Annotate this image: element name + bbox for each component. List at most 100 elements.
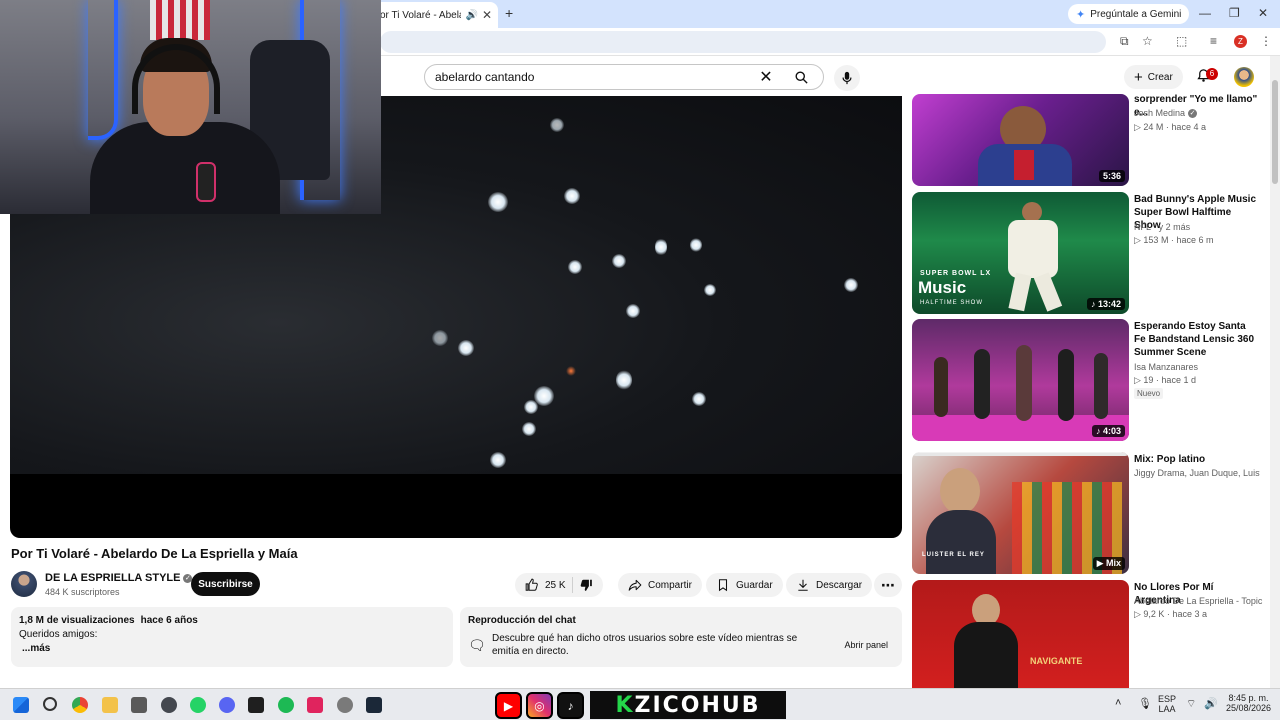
browser-profile-avatar[interactable]: Z (1234, 35, 1247, 48)
show-more-link[interactable]: ...más (22, 643, 445, 654)
kebab-menu-icon[interactable]: ⋮ (1260, 34, 1272, 48)
close-window-icon[interactable]: ✕ (1258, 6, 1268, 20)
recommendation-channel[interactable]: Isa Manzanares (1134, 362, 1198, 372)
webcam-overlay (0, 0, 381, 214)
video-duration: 5:36 (1098, 170, 1125, 182)
new-tab-button[interactable]: + (505, 5, 513, 21)
thumbnail-caption: NAVIGANTE (1030, 656, 1083, 666)
more-horizontal-icon: ⋯ (881, 576, 895, 593)
steam-like-icon[interactable] (161, 697, 177, 713)
share-button[interactable]: Compartir (618, 573, 702, 597)
recommendation-meta: ▷ 153 M · hace 6 m (1134, 235, 1214, 245)
app-icon[interactable] (248, 697, 264, 713)
recommendation-channel[interactable]: Josh Medina ✓ (1134, 108, 1198, 118)
channel-name[interactable]: DE LA ESPRIELLA STYLE ✓ (45, 572, 193, 584)
like-button[interactable]: 25 K (525, 578, 566, 592)
file-explorer-icon[interactable] (102, 697, 118, 713)
download-button[interactable]: Descargar (786, 573, 873, 597)
shorts-icon: ♪ (1090, 299, 1098, 309)
search-input[interactable] (425, 65, 753, 89)
microphone-icon (842, 71, 852, 85)
new-badge: Nuevo (1134, 388, 1164, 399)
chat-replay-box: Reproducción del chat 🗨 Descubre qué han… (460, 607, 902, 667)
recommendation-channel[interactable]: Jiggy Drama, Juan Duque, Luister... (1134, 468, 1260, 478)
video-thumbnail[interactable]: NAVIGANTE (912, 580, 1129, 688)
address-bar[interactable] (380, 31, 1106, 53)
gemini-button[interactable]: ✦ Pregúntale a Gemini (1068, 4, 1190, 24)
discord-icon[interactable] (219, 697, 235, 713)
video-duration: ♪ 13:42 (1086, 298, 1125, 310)
recommendation-item[interactable]: 5:36 sorprender "Yo me llamo" e... Josh … (912, 94, 1264, 188)
volume-icon[interactable]: 🔊 (1204, 697, 1218, 710)
voice-search-button[interactable] (834, 65, 860, 91)
chrome-icon[interactable] (72, 697, 88, 713)
thumbnail-caption: LUISTER EL REY (922, 552, 985, 558)
subscriber-count: 484 K suscriptores (45, 587, 120, 597)
save-button[interactable]: Guardar (706, 573, 783, 597)
video-title: Por Ti Volaré - Abelardo De La Espriella… (11, 546, 298, 561)
browser-tab[interactable]: or Ti Volaré - Abelardo 🔊 ✕ (372, 2, 498, 28)
microphone-icon[interactable]: 🎙 (1138, 697, 1152, 710)
chat-bubble-icon: 🗨 (468, 636, 486, 653)
steam-icon[interactable] (366, 697, 382, 713)
minimize-icon[interactable]: — (1199, 6, 1211, 20)
video-thumbnail[interactable]: LUISTER EL REY ▶ Mix (912, 452, 1129, 574)
tiktok-app-icon[interactable] (307, 697, 323, 713)
recommendation-item[interactable]: ♪ 4:03 Esperando Estoy Santa Fe Bandstan… (912, 319, 1264, 443)
video-thumbnail[interactable]: ♪ 4:03 (912, 319, 1129, 441)
save-label: Guardar (736, 579, 773, 591)
video-thumbnail[interactable]: SUPER BOWL LX Music HALFTIME SHOW ♪ 13:4… (912, 192, 1129, 314)
video-thumbnail[interactable]: 5:36 (912, 94, 1129, 186)
brand-logo-k-icon: K (615, 692, 635, 718)
tab-title: or Ti Volaré - Abelardo (380, 9, 461, 21)
bookmark-star-icon[interactable]: ☆ (1142, 34, 1153, 48)
wifi-icon[interactable]: ⌔ (1186, 697, 1196, 711)
channel-avatar[interactable] (11, 571, 37, 597)
cast-icon[interactable]: ⧉ (1120, 34, 1129, 49)
subscribe-button[interactable]: Suscribirse (191, 572, 260, 596)
store-icon[interactable] (131, 697, 147, 713)
extensions-icon[interactable]: ⬚ (1176, 34, 1187, 48)
chat-replay-description: Descubre qué han dicho otros usuarios so… (492, 633, 798, 657)
recommendation-meta: ▷ 9,2 K · hace 3 a (1134, 609, 1207, 619)
recommendation-channel[interactable]: Abelardo De La Espriella - Topic (1134, 596, 1262, 606)
spotify-icon[interactable] (278, 697, 294, 713)
search-button[interactable] (779, 65, 823, 89)
tiktok-icon: ♪ (557, 692, 584, 719)
chevron-up-icon[interactable]: ˄ (1115, 697, 1121, 709)
language-indicator[interactable]: ESP LAA (1158, 694, 1176, 714)
create-label: Crear (1147, 71, 1173, 83)
account-avatar[interactable] (1234, 67, 1254, 87)
scrollbar-thumb[interactable] (1272, 80, 1278, 184)
open-panel-button[interactable]: Abrir panel (838, 634, 894, 656)
recommendation-item[interactable]: SUPER BOWL LX Music HALFTIME SHOW ♪ 13:4… (912, 192, 1264, 316)
download-label: Descargar (816, 579, 863, 591)
recommendation-item[interactable]: NAVIGANTE No Llores Por Mí Argentina Abe… (912, 580, 1264, 688)
more-actions-button[interactable]: ⋯ (874, 573, 902, 597)
page-scrollbar[interactable] (1270, 56, 1280, 688)
whatsapp-icon[interactable] (190, 697, 206, 713)
like-count: 25 K (545, 579, 566, 591)
recommendation-channel[interactable]: NFL · y 2 más (1134, 222, 1190, 232)
close-icon[interactable]: ✕ (482, 8, 492, 22)
recommendation-item[interactable]: LUISTER EL REY ▶ Mix Mix: Pop latino Jig… (912, 452, 1264, 576)
chat-replay-title: Reproducción del chat (468, 615, 576, 626)
search-icon[interactable] (43, 697, 57, 711)
reading-list-icon[interactable]: ≡ (1210, 34, 1217, 48)
create-button[interactable]: + Crear (1124, 65, 1183, 89)
recommendation-meta: ▷ 19 · hace 1 d (1134, 375, 1196, 385)
clock[interactable]: 8:45 p. m. 25/08/2026 (1226, 693, 1271, 713)
mix-icon: ▶ (1096, 558, 1106, 568)
speaker-icon[interactable]: 🔊 (465, 10, 477, 21)
views-icon: ▷ (1134, 122, 1144, 132)
windows-start-icon[interactable] (13, 697, 29, 713)
download-icon (798, 579, 808, 591)
dislike-button[interactable] (579, 578, 593, 592)
clear-search-icon[interactable]: ✕ (753, 67, 779, 87)
restore-icon[interactable]: ❐ (1229, 6, 1240, 20)
recommendation-title[interactable]: Esperando Estoy Santa Fe Bandstand Lensi… (1134, 320, 1260, 359)
recommendation-title[interactable]: Mix: Pop latino (1134, 453, 1260, 466)
description-box[interactable]: 1,8 M de visualizaciones hace 6 años Quer… (11, 607, 453, 667)
search-bar: ✕ (424, 64, 824, 90)
obs-icon[interactable] (337, 697, 353, 713)
